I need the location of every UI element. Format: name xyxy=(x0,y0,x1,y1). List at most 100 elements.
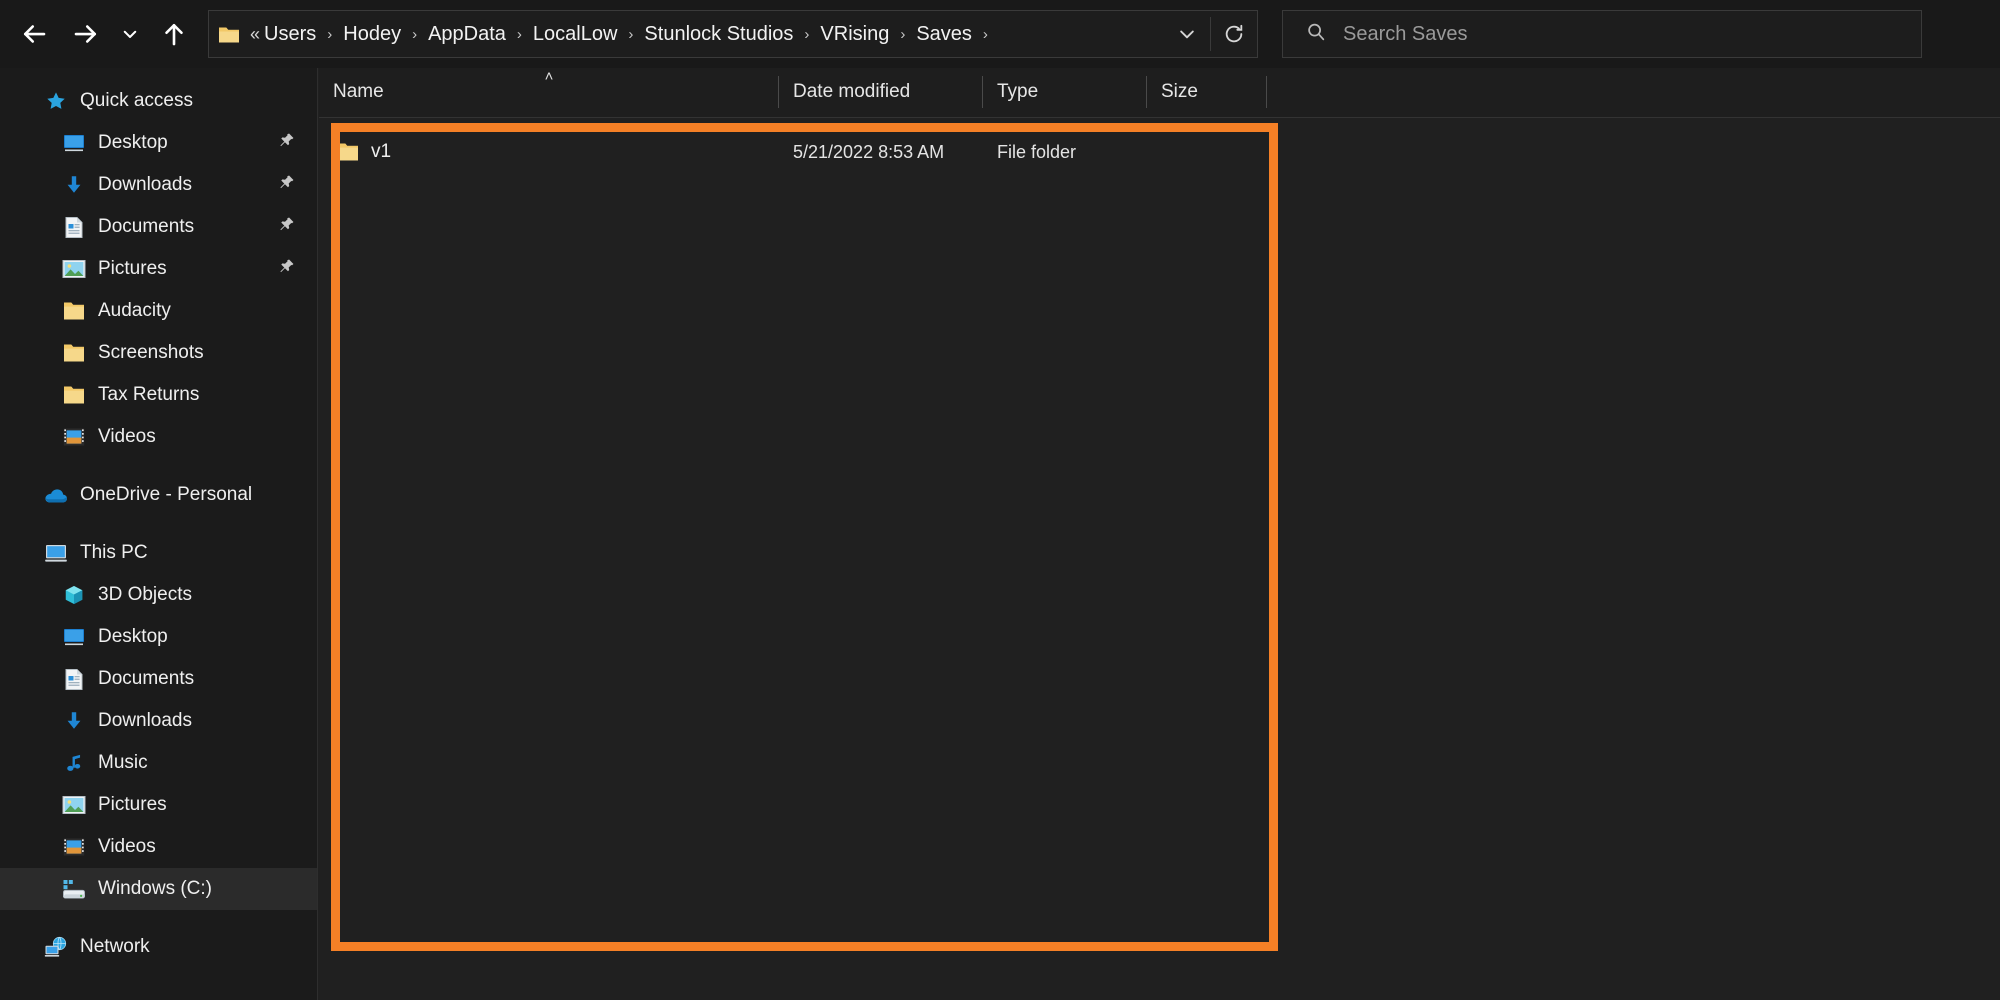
desktop-icon xyxy=(62,131,86,155)
pin-icon[interactable] xyxy=(278,174,295,196)
pin-icon[interactable] xyxy=(278,216,295,238)
file-list[interactable]: v1 5/21/2022 8:53 AM File folder xyxy=(319,119,2000,1000)
star-icon xyxy=(44,89,68,113)
sidebar-item-network[interactable]: Network xyxy=(0,926,317,968)
sidebar-item-tax-returns[interactable]: Tax Returns xyxy=(0,374,317,416)
table-row[interactable]: v1 5/21/2022 8:53 AM File folder xyxy=(319,132,2000,172)
sidebar-item-windows-c[interactable]: Windows (C:) xyxy=(0,868,317,910)
sidebar-group-separator xyxy=(0,516,317,532)
document-icon xyxy=(62,667,86,691)
sidebar-group-separator xyxy=(0,458,317,474)
sidebar-item-label: Desktop xyxy=(98,132,168,153)
file-type-cell: File folder xyxy=(997,141,1077,162)
pictures-icon xyxy=(62,793,86,817)
sidebar-item-label: Network xyxy=(80,936,150,957)
up-button[interactable] xyxy=(148,8,200,60)
sidebar-item-label: Documents xyxy=(98,668,195,689)
navigation-pane[interactable]: Quick access Desktop Downloads Documents Pic… xyxy=(0,68,318,1000)
chevron-right-icon: › xyxy=(327,25,333,43)
column-header-type-label: Type xyxy=(997,81,1039,102)
address-bar[interactable]: « Users › Hodey › AppData › LocalLow › S… xyxy=(208,10,1258,58)
network-icon xyxy=(44,935,68,959)
breadcrumb: « Users › Hodey › AppData › LocalLow › S… xyxy=(248,21,1164,48)
breadcrumb-item-appdata[interactable]: AppData xyxy=(426,21,508,48)
sidebar-item-label: Videos xyxy=(98,836,156,857)
pin-icon[interactable] xyxy=(278,132,295,154)
back-button[interactable] xyxy=(8,8,60,60)
videos-icon xyxy=(62,425,86,449)
sidebar-item-quick-access[interactable]: Quick access xyxy=(0,80,317,122)
recent-locations-button[interactable] xyxy=(112,8,148,60)
breadcrumb-item-hodey[interactable]: Hodey xyxy=(341,21,403,48)
file-name-cell[interactable]: v1 xyxy=(319,141,779,163)
videos-icon xyxy=(62,835,86,859)
sidebar-item-downloads[interactable]: Downloads xyxy=(0,164,317,206)
3d-objects-icon xyxy=(62,583,86,607)
chevron-right-icon: › xyxy=(628,25,634,43)
column-divider[interactable] xyxy=(1266,76,1267,108)
download-icon xyxy=(62,173,86,197)
sidebar-item-videos[interactable]: Videos xyxy=(0,416,317,458)
column-header-date-label: Date modified xyxy=(793,81,911,102)
sidebar-item-videos[interactable]: Videos xyxy=(0,826,317,868)
sort-ascending-icon: ˄ xyxy=(544,68,554,85)
chevron-right-icon: › xyxy=(412,25,418,43)
chevron-right-icon: › xyxy=(516,25,522,43)
sidebar-item-label: Screenshots xyxy=(98,342,204,363)
sidebar-item-onedrive-personal[interactable]: OneDrive - Personal xyxy=(0,474,317,516)
sidebar-item-desktop[interactable]: Desktop xyxy=(0,122,317,164)
pin-icon[interactable] xyxy=(278,258,295,280)
search-input[interactable]: Search Saves xyxy=(1282,10,1922,58)
sidebar-item-desktop[interactable]: Desktop xyxy=(0,616,317,658)
breadcrumb-overflow[interactable]: « xyxy=(248,22,262,47)
sidebar-item-audacity[interactable]: Audacity xyxy=(0,290,317,332)
sidebar-item-label: Desktop xyxy=(98,626,168,647)
sidebar-item-screenshots[interactable]: Screenshots xyxy=(0,332,317,374)
pictures-icon xyxy=(62,257,86,281)
sidebar-item-documents[interactable]: Documents xyxy=(0,206,317,248)
navigation-buttons xyxy=(0,8,200,60)
breadcrumb-item-users[interactable]: Users xyxy=(262,21,318,48)
refresh-button[interactable] xyxy=(1211,11,1257,57)
cloud-icon xyxy=(44,483,68,507)
address-bar-actions xyxy=(1164,11,1257,57)
sidebar-item-pictures[interactable]: Pictures xyxy=(0,248,317,290)
sidebar-item-label: This PC xyxy=(80,542,148,563)
folder-icon xyxy=(218,25,240,44)
forward-button[interactable] xyxy=(60,8,112,60)
music-icon xyxy=(62,751,86,775)
column-header-date-modified[interactable]: Date modified xyxy=(779,67,983,117)
sidebar-item-documents[interactable]: Documents xyxy=(0,658,317,700)
sidebar-item-label: Downloads xyxy=(98,174,192,195)
sidebar-item-label: Quick access xyxy=(80,90,193,111)
search-placeholder: Search Saves xyxy=(1343,22,1468,45)
breadcrumb-item-locallow[interactable]: LocalLow xyxy=(531,21,620,48)
sidebar-item-pictures[interactable]: Pictures xyxy=(0,784,317,826)
folder-icon xyxy=(62,383,86,407)
sidebar-item-label: Documents xyxy=(98,216,195,237)
sidebar-item-3d-objects[interactable]: 3D Objects xyxy=(0,574,317,616)
chevron-right-icon: › xyxy=(804,25,810,43)
sidebar-item-label: Pictures xyxy=(98,794,167,815)
sidebar-item-label: Tax Returns xyxy=(98,384,200,405)
column-headers: ˄ Name Date modified Type Size xyxy=(319,68,2000,118)
sidebar-item-label: Pictures xyxy=(98,258,167,279)
chevron-right-icon: › xyxy=(982,25,988,43)
sidebar-item-downloads[interactable]: Downloads xyxy=(0,700,317,742)
breadcrumb-item-vrising[interactable]: VRising xyxy=(818,21,891,48)
breadcrumb-item-stunlock-studios[interactable]: Stunlock Studios xyxy=(642,21,795,48)
breadcrumb-item-saves[interactable]: Saves xyxy=(914,21,974,48)
document-icon xyxy=(62,215,86,239)
sidebar-item-this-pc[interactable]: This PC xyxy=(0,532,317,574)
column-header-type[interactable]: Type xyxy=(983,67,1147,117)
search-icon xyxy=(1305,21,1327,48)
drive-icon xyxy=(62,877,86,901)
column-header-name[interactable]: ˄ Name xyxy=(319,67,779,117)
column-header-size[interactable]: Size xyxy=(1147,67,1267,117)
file-list-pane[interactable]: ˄ Name Date modified Type Size v1 5/21/2… xyxy=(319,68,2000,1000)
previous-locations-button[interactable] xyxy=(1164,11,1210,57)
sidebar-item-music[interactable]: Music xyxy=(0,742,317,784)
column-header-size-label: Size xyxy=(1161,81,1198,102)
sidebar-item-label: Windows (C:) xyxy=(98,878,213,899)
folder-icon xyxy=(62,299,86,323)
